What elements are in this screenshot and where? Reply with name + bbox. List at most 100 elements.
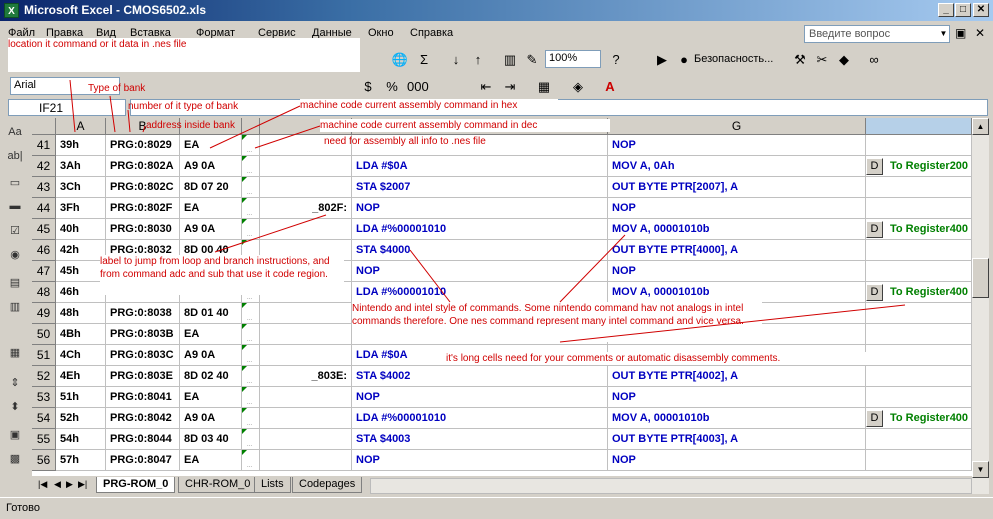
column-header-g[interactable]: G: [608, 118, 866, 135]
cell-intel-command[interactable]: MOV A, 00001010b: [608, 282, 866, 303]
disasm-button[interactable]: D: [866, 410, 883, 427]
column-header-a[interactable]: A: [56, 118, 106, 135]
link-icon[interactable]: ∞: [864, 49, 884, 69]
cell-dec-code[interactable]: ···: [242, 324, 260, 345]
cell-label[interactable]: [260, 177, 352, 198]
cell-hex-code[interactable]: EA: [180, 198, 242, 219]
cell-address-offset[interactable]: 57h: [56, 450, 106, 471]
cell-bank-address[interactable]: PRG:0:8047: [106, 450, 180, 471]
cell-intel-command[interactable]: MOV A, 0Ah: [608, 156, 866, 177]
formula-bar[interactable]: [130, 99, 988, 116]
cell-label[interactable]: [260, 450, 352, 471]
prev-sheet-icon[interactable]: ◀: [54, 479, 61, 490]
checkbox-icon[interactable]: ☑: [5, 224, 25, 240]
cell-intel-command[interactable]: MOV A, 00001010b: [608, 219, 866, 240]
cell-action[interactable]: D To Register400: [866, 219, 972, 240]
cell-bank-address[interactable]: PRG:0:8042: [106, 408, 180, 429]
cell-nintendo-command[interactable]: LDA #%00001010: [352, 408, 608, 429]
cell-address-offset[interactable]: 3Ch: [56, 177, 106, 198]
cell-hex-code[interactable]: 8D 02 40: [180, 366, 242, 387]
cell-nintendo-command[interactable]: STA $4003: [352, 429, 608, 450]
cell-bank-address[interactable]: PRG:0:802C: [106, 177, 180, 198]
row-header[interactable]: 48: [32, 282, 56, 303]
cell-hex-code[interactable]: 8D 01 40: [180, 303, 242, 324]
cell-address-offset[interactable]: 54h: [56, 429, 106, 450]
cell-hex-code[interactable]: EA: [180, 450, 242, 471]
cell-bank-address[interactable]: PRG:0:802A: [106, 156, 180, 177]
comma-style-icon[interactable]: 000: [406, 76, 429, 96]
cell-action[interactable]: [866, 345, 972, 366]
cell-dec-code[interactable]: ···: [242, 366, 260, 387]
cell-action[interactable]: [866, 135, 972, 156]
cell-dec-code[interactable]: ···: [242, 450, 260, 471]
cell-action[interactable]: [866, 240, 972, 261]
cell-address-offset[interactable]: 46h: [56, 282, 106, 303]
cell-intel-command[interactable]: OUT BYTE PTR[4002], A: [608, 366, 866, 387]
row-header[interactable]: 55: [32, 429, 56, 450]
record-icon[interactable]: ●: [674, 49, 694, 69]
sheet-tab-codepages[interactable]: Codepages: [292, 477, 363, 493]
cell-hex-code[interactable]: EA: [180, 135, 242, 156]
security-button[interactable]: Безопасность...: [694, 53, 773, 65]
percent-icon[interactable]: %: [382, 76, 402, 96]
button-icon[interactable]: ▬: [5, 200, 25, 216]
cell-address-offset[interactable]: 48h: [56, 303, 106, 324]
decrease-indent-icon[interactable]: ⇤: [476, 76, 496, 96]
font-color-icon[interactable]: A: [600, 76, 620, 96]
toolbox-icon[interactable]: ⚒: [790, 49, 810, 69]
cell-hex-code[interactable]: EA: [180, 324, 242, 345]
row-header[interactable]: 51: [32, 345, 56, 366]
cell-action[interactable]: [866, 366, 972, 387]
research-icon[interactable]: 🌐: [390, 49, 410, 69]
row-header[interactable]: 44: [32, 198, 56, 219]
close-button[interactable]: ✕: [973, 3, 989, 17]
increase-indent-icon[interactable]: ⇥: [500, 76, 520, 96]
sheet-tab-chr-rom[interactable]: CHR-ROM_0: [178, 477, 258, 493]
cell-nintendo-command[interactable]: STA $2007: [352, 177, 608, 198]
cell-label[interactable]: [260, 324, 352, 345]
cell-dec-code[interactable]: ···: [242, 303, 260, 324]
cell-hex-code[interactable]: 8D 03 40: [180, 429, 242, 450]
register-link[interactable]: To Register400: [890, 412, 968, 424]
cell-action[interactable]: [866, 303, 972, 324]
cell-bank-address[interactable]: PRG:0:803B: [106, 324, 180, 345]
cell-bank-address[interactable]: PRG:0:802F: [106, 198, 180, 219]
cell-address-offset[interactable]: 4Ch: [56, 345, 106, 366]
cell-nintendo-command[interactable]: LDA #%00001010: [352, 282, 608, 303]
cell-label[interactable]: _802F:: [260, 198, 352, 219]
cell-intel-command[interactable]: MOV A, 00001010b: [608, 408, 866, 429]
scroll-bar-icon[interactable]: ⇕: [5, 376, 25, 392]
cell-label[interactable]: [260, 408, 352, 429]
name-box[interactable]: IF21: [8, 99, 126, 116]
cell-intel-command[interactable]: NOP: [608, 387, 866, 408]
edit-code-icon[interactable]: ▩: [5, 452, 25, 468]
close-doc-icon[interactable]: ✕: [975, 26, 985, 40]
maximize-button[interactable]: □: [955, 3, 971, 17]
cell-address-offset[interactable]: 40h: [56, 219, 106, 240]
worksheet-grid[interactable]: A B G 41 39h PRG:0:8029 EA ··· NOP 42 3Ah PRG:0:…: [32, 118, 972, 476]
column-header-h[interactable]: [866, 118, 972, 135]
scroll-thumb[interactable]: [972, 258, 989, 298]
register-link[interactable]: To Register400: [890, 286, 968, 298]
cell-bank-address[interactable]: PRG:0:8030: [106, 219, 180, 240]
minimize-button[interactable]: _: [938, 3, 954, 17]
cell-label[interactable]: _803E:: [260, 366, 352, 387]
cell-hex-code[interactable]: EA: [180, 387, 242, 408]
cell-address-offset[interactable]: 3Ah: [56, 156, 106, 177]
cell-dec-code[interactable]: ···: [242, 429, 260, 450]
cell-address-offset[interactable]: 52h: [56, 408, 106, 429]
scroll-down-icon[interactable]: ▼: [972, 461, 989, 478]
cell-intel-command[interactable]: OUT BYTE PTR[2007], A: [608, 177, 866, 198]
select-all-corner[interactable]: [32, 118, 56, 135]
cell-dec-code[interactable]: ···: [242, 156, 260, 177]
row-header[interactable]: 46: [32, 240, 56, 261]
cell-label[interactable]: [260, 303, 352, 324]
cell-dec-code[interactable]: ···: [242, 135, 260, 156]
sort-desc-icon[interactable]: ↑: [468, 49, 488, 69]
cell-address-offset[interactable]: 4Bh: [56, 324, 106, 345]
row-header[interactable]: 45: [32, 219, 56, 240]
option-button-icon[interactable]: ◉: [5, 248, 25, 264]
label-icon[interactable]: ab|: [5, 150, 25, 166]
cell-intel-command[interactable]: NOP: [608, 198, 866, 219]
chart-wizard-icon[interactable]: ▥: [500, 49, 520, 69]
